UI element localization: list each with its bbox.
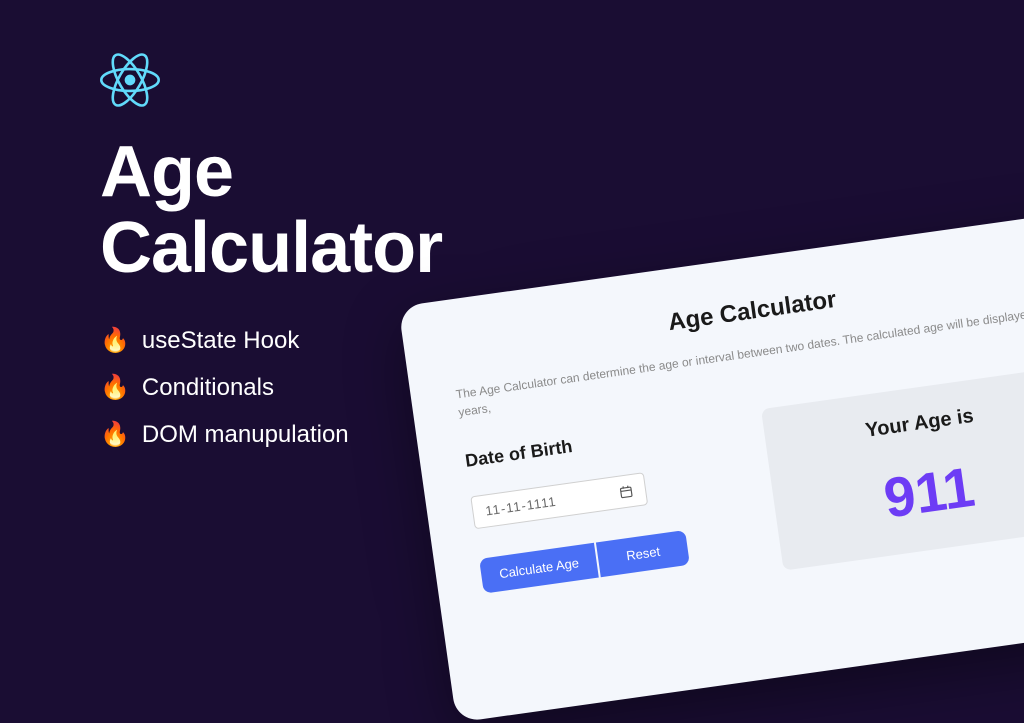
calendar-icon: [618, 483, 634, 499]
reset-button[interactable]: Reset: [596, 530, 690, 577]
app-preview-card: Age Calculator The Age Calculator can de…: [398, 209, 1024, 722]
react-logo-icon: [100, 50, 160, 110]
result-value: 911: [796, 442, 1024, 543]
fire-icon: 🔥: [100, 420, 130, 449]
date-of-birth-label: Date of Birth: [464, 415, 724, 472]
feature-item: 🔥 DOM manupulation: [100, 420, 442, 449]
feature-label: Conditionals: [142, 374, 274, 402]
features-list: 🔥 useState Hook 🔥 Conditionals 🔥 DOM man…: [100, 326, 442, 449]
date-input-value: 11-11-1111: [484, 494, 557, 519]
calculate-age-button[interactable]: Calculate Age: [479, 543, 599, 594]
result-label: Your Age is: [789, 394, 1024, 453]
page-title: Age Calculator: [100, 135, 442, 286]
fire-icon: 🔥: [100, 373, 130, 402]
feature-label: DOM manupulation: [142, 421, 349, 449]
result-panel: Your Age is 911: [761, 366, 1024, 571]
feature-item: 🔥 Conditionals: [100, 373, 442, 402]
feature-label: useState Hook: [142, 327, 299, 355]
fire-icon: 🔥: [100, 326, 130, 355]
date-input[interactable]: 11-11-1111: [470, 472, 648, 529]
feature-item: 🔥 useState Hook: [100, 326, 442, 355]
